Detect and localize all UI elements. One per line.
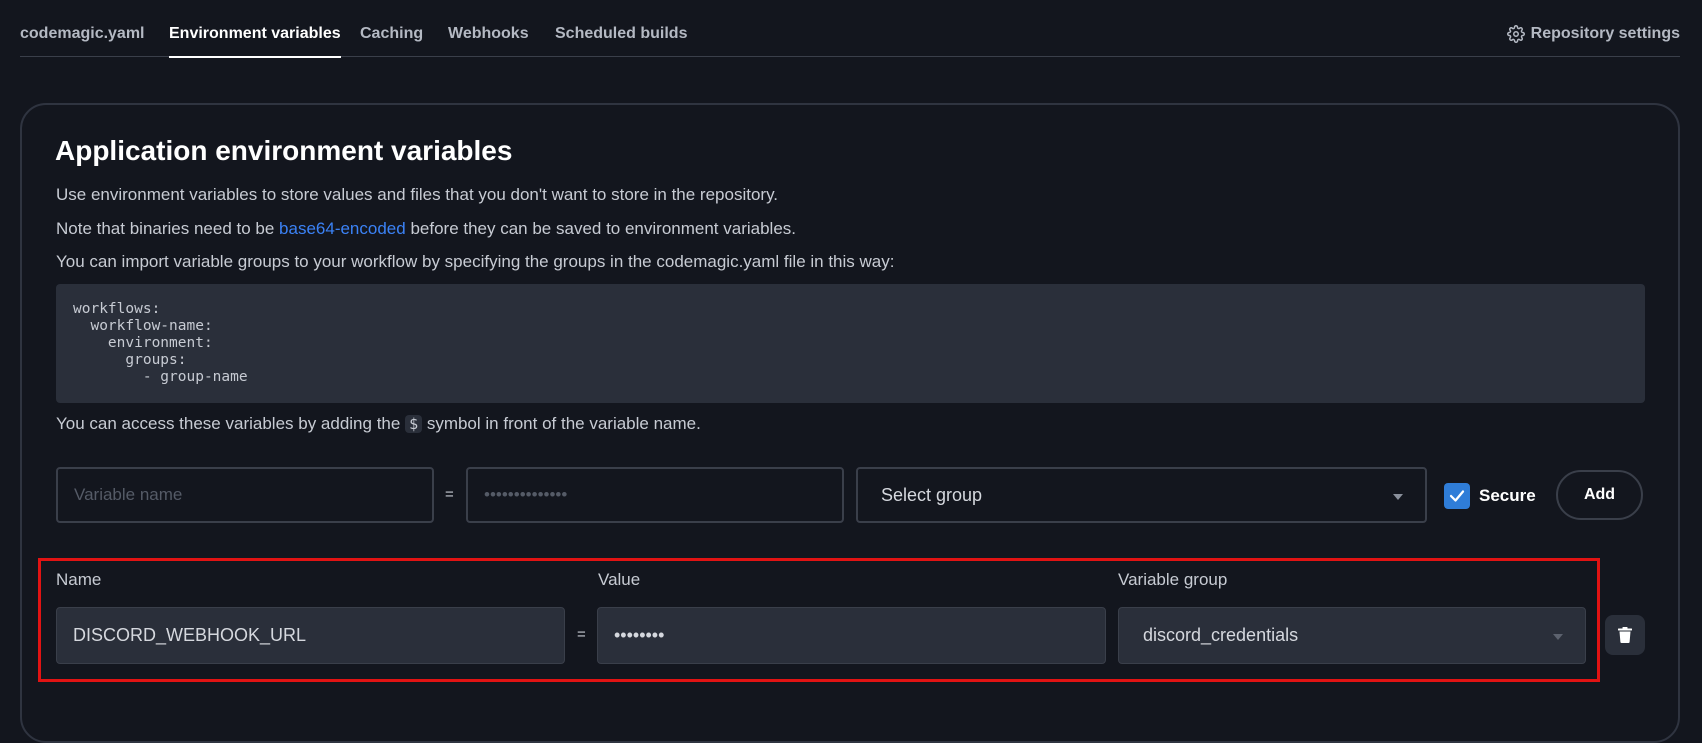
- row-equals-sign: =: [577, 626, 586, 643]
- gear-icon: [1506, 25, 1525, 43]
- group-select[interactable]: Select group: [856, 467, 1427, 523]
- tab-webhooks[interactable]: Webhooks: [448, 25, 529, 43]
- tab-caching[interactable]: Caching: [360, 25, 423, 43]
- group-select-value: Select group: [881, 484, 983, 505]
- variable-value-input[interactable]: [484, 485, 826, 505]
- row-name-field[interactable]: DISCORD_WEBHOOK_URL: [56, 607, 565, 664]
- tab-codemagic-yaml[interactable]: codemagic.yaml: [20, 25, 145, 43]
- repository-settings-label: Repository settings: [1530, 25, 1680, 42]
- delete-variable-button[interactable]: [1605, 615, 1645, 655]
- row-name-value: DISCORD_WEBHOOK_URL: [73, 625, 307, 645]
- dollar-symbol: $: [405, 415, 423, 433]
- check-icon: [1449, 490, 1465, 502]
- column-header-name: Name: [56, 570, 102, 589]
- variable-name-input[interactable]: [74, 485, 416, 505]
- import-groups-note: You can import variable groups to your w…: [56, 252, 895, 271]
- repository-settings-link[interactable]: Repository settings: [1506, 25, 1680, 43]
- chevron-down-icon: [1393, 494, 1403, 500]
- binaries-note-text: Note that binaries need to be: [56, 219, 280, 238]
- row-group-value: discord_credentials: [1143, 625, 1299, 645]
- binaries-note-text-end: before they can be saved to environment …: [405, 219, 797, 238]
- column-header-value: Value: [598, 570, 641, 589]
- base64-encoded-link[interactable]: base64-encoded: [279, 219, 406, 238]
- yaml-code-block: workflows: workflow-name: environment: g…: [56, 284, 1645, 403]
- add-button[interactable]: Add: [1556, 470, 1643, 520]
- access-variables-note: You can access these variables by adding…: [56, 414, 701, 434]
- description-paragraph: Use environment variables to store value…: [56, 185, 779, 204]
- trash-icon: [1618, 627, 1632, 643]
- chevron-down-icon: [1553, 634, 1563, 640]
- secure-checkbox[interactable]: [1444, 483, 1470, 509]
- equals-sign: =: [445, 486, 454, 503]
- row-value-field[interactable]: ••••••••: [597, 607, 1106, 664]
- access-note-text: You can access these variables by adding…: [56, 414, 406, 433]
- tab-bar: codemagic.yaml Environment variables Cac…: [20, 0, 1680, 58]
- row-value-masked: ••••••••: [614, 625, 665, 645]
- row-group-select[interactable]: discord_credentials: [1118, 607, 1586, 664]
- variable-name-field[interactable]: [56, 467, 434, 523]
- page-title: Application environment variables: [55, 135, 513, 166]
- tab-scheduled-builds[interactable]: Scheduled builds: [555, 25, 687, 43]
- secure-label: Secure: [1479, 486, 1536, 505]
- column-header-group: Variable group: [1118, 570, 1228, 589]
- tab-environment-variables[interactable]: Environment variables: [169, 25, 341, 58]
- variable-value-field[interactable]: [466, 467, 844, 523]
- access-note-text-end: symbol in front of the variable name.: [422, 414, 701, 433]
- binaries-note: Note that binaries need to be base64-enc…: [56, 219, 796, 239]
